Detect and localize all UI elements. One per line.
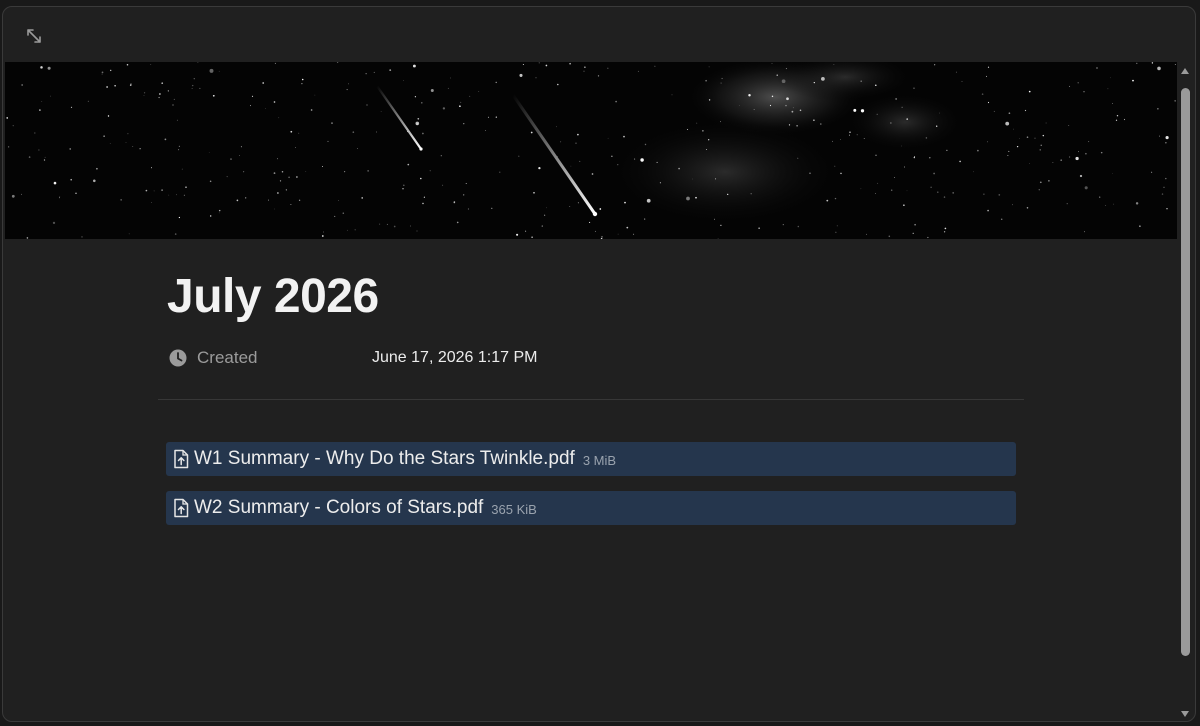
scrollbar-thumb[interactable]: [1181, 88, 1190, 656]
property-created[interactable]: Created June 17, 2026 1:17 PM: [167, 343, 667, 373]
file-upload-icon: [174, 449, 189, 469]
file-attachment[interactable]: W2 Summary - Colors of Stars.pdf 365 KiB: [166, 491, 1016, 525]
expand-button[interactable]: [23, 25, 45, 47]
vertical-scrollbar[interactable]: [1177, 62, 1193, 721]
expand-arrows-icon: [27, 29, 41, 43]
file-size: 3 MiB: [582, 453, 617, 468]
cover-image: [5, 62, 1177, 239]
page-title[interactable]: July 2026: [167, 269, 379, 324]
property-value: June 17, 2026 1:17 PM: [372, 349, 538, 366]
file-attachment[interactable]: W1 Summary - Why Do the Stars Twinkle.pd…: [166, 442, 1016, 476]
page-window: July 2026 Created June 17, 2026 1:17 PM …: [2, 6, 1196, 722]
file-upload-icon: [174, 498, 189, 518]
file-name: W2 Summary - Colors of Stars.pdf: [194, 497, 484, 518]
page-content: July 2026 Created June 17, 2026 1:17 PM …: [3, 239, 1177, 721]
file-size: 365 KiB: [491, 502, 537, 517]
scroll-up-arrow-icon[interactable]: [1180, 66, 1190, 76]
clock-icon: [169, 349, 187, 367]
file-name: W1 Summary - Why Do the Stars Twinkle.pd…: [194, 448, 575, 469]
divider: [158, 399, 1024, 400]
top-bar: [3, 7, 1195, 61]
property-label: Created: [197, 348, 258, 367]
scroll-down-arrow-icon[interactable]: [1180, 709, 1190, 719]
